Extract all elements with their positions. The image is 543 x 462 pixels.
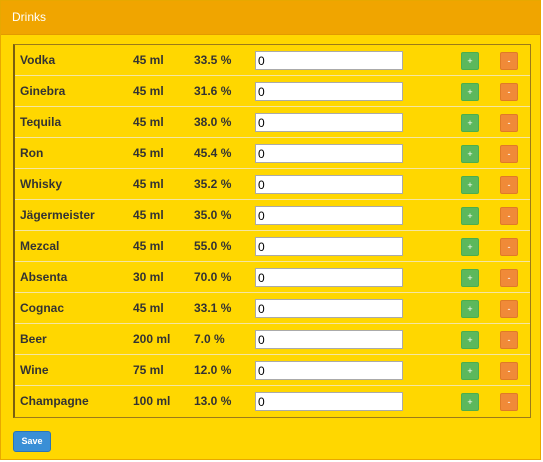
table-row: Absenta 30 ml 70.0 % + - [15,262,530,293]
increment-button[interactable]: + [461,114,479,132]
drink-volume: 200 ml [133,332,171,346]
drink-name: Absenta [20,270,68,284]
drink-abv: 35.2 % [194,177,232,191]
increment-button[interactable]: + [461,269,479,287]
drink-name: Ginebra [20,84,66,98]
drink-abv: 13.0 % [194,394,232,408]
table-row: Tequila 45 ml 38.0 % + - [15,107,530,138]
decrement-button[interactable]: - [500,393,518,411]
drink-abv: 70.0 % [194,270,232,284]
decrement-button[interactable]: - [500,238,518,256]
table-row: Vodka 45 ml 33.5 % + - [15,45,530,76]
drink-name: Beer [20,332,47,346]
increment-button[interactable]: + [461,52,479,70]
drinks-panel: Drinks Vodka 45 ml 33.5 % + - Ginebra 45… [0,0,541,460]
table-row: Jägermeister 45 ml 35.0 % + - [15,200,530,231]
drink-volume: 45 ml [133,84,164,98]
drink-abv: 33.1 % [194,301,232,315]
table-row: Whisky 45 ml 35.2 % + - [15,169,530,200]
increment-button[interactable]: + [461,83,479,101]
increment-button[interactable]: + [461,393,479,411]
drink-name: Whisky [20,177,63,191]
decrement-button[interactable]: - [500,300,518,318]
quantity-input[interactable] [255,361,403,380]
drink-volume: 30 ml [133,270,164,284]
table-row: Ron 45 ml 45.4 % + - [15,138,530,169]
increment-button[interactable]: + [461,362,479,380]
drink-volume: 45 ml [133,208,164,222]
decrement-button[interactable]: - [500,52,518,70]
quantity-input[interactable] [255,113,403,132]
drink-abv: 12.0 % [194,363,232,377]
drink-volume: 45 ml [133,146,164,160]
quantity-input[interactable] [255,82,403,101]
increment-button[interactable]: + [461,145,479,163]
drink-volume: 45 ml [133,115,164,129]
drink-name: Cognac [20,301,65,315]
table-row: Ginebra 45 ml 31.6 % + - [15,76,530,107]
drink-name: Jägermeister [20,208,95,222]
drink-volume: 45 ml [133,177,164,191]
drink-name: Vodka [20,53,56,67]
save-button[interactable]: Save [13,431,51,452]
quantity-input[interactable] [255,299,403,318]
drink-abv: 45.4 % [194,146,232,160]
drink-name: Mezcal [20,239,60,253]
decrement-button[interactable]: - [500,145,518,163]
decrement-button[interactable]: - [500,207,518,225]
decrement-button[interactable]: - [500,114,518,132]
decrement-button[interactable]: - [500,269,518,287]
drink-volume: 75 ml [133,363,164,377]
drink-volume: 45 ml [133,301,164,315]
table-row: Beer 200 ml 7.0 % + - [15,324,530,355]
decrement-button[interactable]: - [500,362,518,380]
increment-button[interactable]: + [461,331,479,349]
drinks-table: Vodka 45 ml 33.5 % + - Ginebra 45 ml 31.… [13,44,531,418]
decrement-button[interactable]: - [500,176,518,194]
drink-name: Champagne [20,394,89,408]
drink-name: Tequila [20,115,62,129]
increment-button[interactable]: + [461,300,479,318]
drink-name: Ron [20,146,44,160]
drink-abv: 7.0 % [194,332,225,346]
drink-name: Wine [20,363,49,377]
quantity-input[interactable] [255,51,403,70]
table-row: Cognac 45 ml 33.1 % + - [15,293,530,324]
drink-abv: 38.0 % [194,115,232,129]
drink-volume: 45 ml [133,53,164,67]
table-row: Mezcal 45 ml 55.0 % + - [15,231,530,262]
quantity-input[interactable] [255,237,403,256]
decrement-button[interactable]: - [500,83,518,101]
increment-button[interactable]: + [461,238,479,256]
quantity-input[interactable] [255,144,403,163]
quantity-input[interactable] [255,392,403,411]
quantity-input[interactable] [255,330,403,349]
decrement-button[interactable]: - [500,331,518,349]
panel-title: Drinks [1,1,540,35]
quantity-input[interactable] [255,206,403,225]
drink-abv: 35.0 % [194,208,232,222]
drink-abv: 55.0 % [194,239,232,253]
drink-volume: 100 ml [133,394,171,408]
drink-volume: 45 ml [133,239,164,253]
table-row: Wine 75 ml 12.0 % + - [15,355,530,386]
drink-abv: 31.6 % [194,84,232,98]
increment-button[interactable]: + [461,176,479,194]
quantity-input[interactable] [255,175,403,194]
table-row: Champagne 100 ml 13.0 % + - [15,386,530,417]
quantity-input[interactable] [255,268,403,287]
drink-abv: 33.5 % [194,53,232,67]
increment-button[interactable]: + [461,207,479,225]
